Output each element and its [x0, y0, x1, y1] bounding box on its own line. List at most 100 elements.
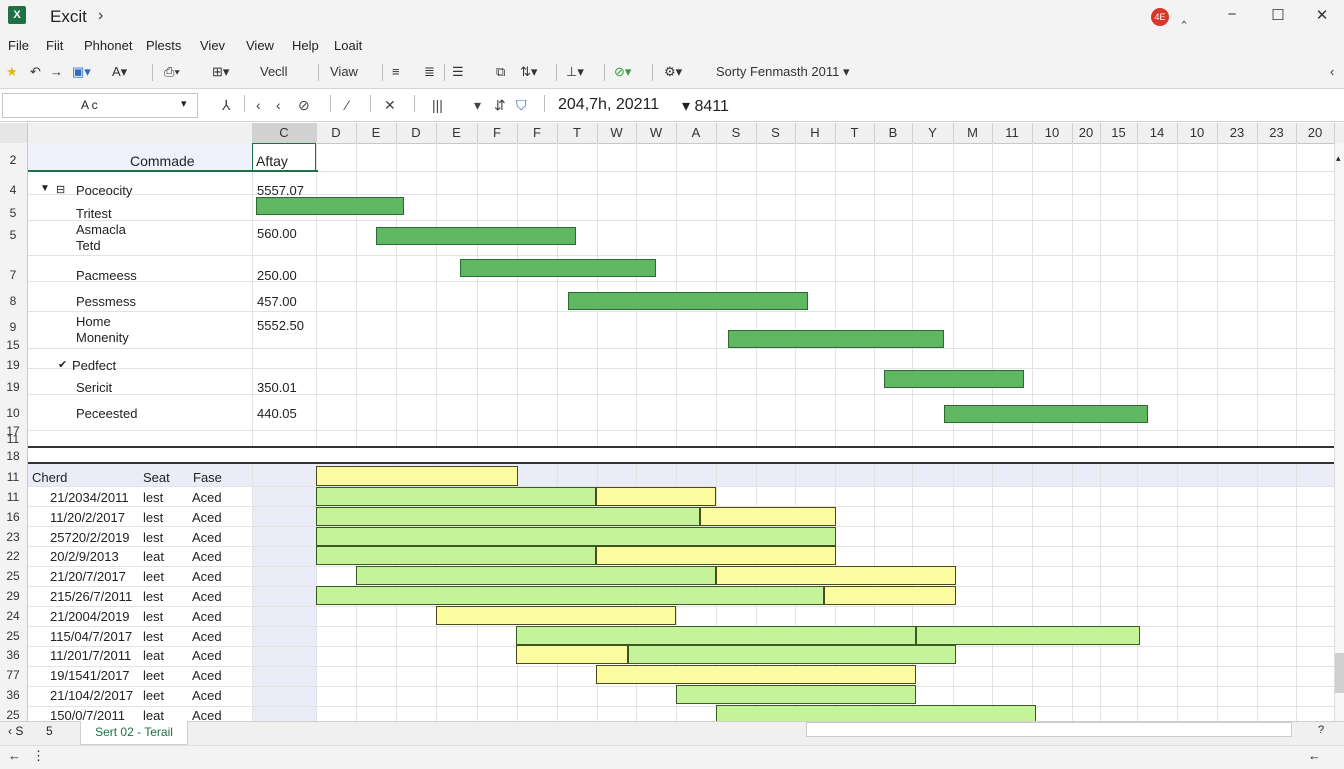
font-dropdown[interactable]: Vecll [260, 64, 287, 79]
menu-file[interactable]: File [8, 38, 29, 53]
gantt-bar[interactable] [316, 487, 596, 506]
align-center-icon[interactable]: ≣ [424, 64, 435, 80]
gantt-bar[interactable] [316, 466, 518, 486]
title-chevron-icon[interactable]: › [98, 7, 103, 25]
sheet-tab-active[interactable]: Sert 02 - Terail [80, 721, 188, 745]
view-button[interactable]: Viaw [330, 64, 358, 79]
gantt-bar[interactable] [516, 625, 916, 645]
menu-phhonet[interactable]: Phhonet [84, 38, 132, 53]
link-icon[interactable]: ⊘ [298, 97, 310, 114]
sort-dropdown[interactable]: Sorty Fenmasth 2011 ▾ [716, 64, 849, 80]
column-header[interactable]: 20 [1072, 123, 1101, 143]
filter-icon[interactable]: ⛉ [516, 97, 527, 114]
column-header[interactable]: M [953, 123, 993, 143]
gantt-bar[interactable] [596, 546, 836, 566]
pen-icon[interactable]: ⁄ [346, 97, 348, 113]
column-header[interactable]: 15 [1100, 123, 1138, 143]
column-header[interactable]: T [835, 123, 875, 143]
menu-view[interactable]: View [246, 38, 274, 53]
ribbon-collapse-icon[interactable]: ‹ [1330, 64, 1334, 79]
ribbon-toggle-icon[interactable]: ‸ [1172, 6, 1196, 24]
name-box[interactable]: A c ▾ [2, 93, 198, 118]
gantt-bar[interactable] [460, 259, 656, 277]
link-icon[interactable]: ⊘▾ [614, 64, 631, 80]
column-header[interactable]: 10 [1177, 123, 1218, 143]
cancel-icon[interactable]: ✕ [384, 97, 396, 114]
maximize-button[interactable]: ☐ [1266, 6, 1290, 24]
gantt-bar[interactable] [316, 506, 700, 526]
gantt-bar[interactable] [944, 405, 1148, 423]
settings-icon[interactable]: ⚙▾ [664, 64, 682, 80]
menu-viev[interactable]: Viev [200, 38, 225, 53]
expand-check-icon[interactable]: ✔ [58, 358, 67, 371]
column-header[interactable]: E [436, 123, 478, 143]
back-arrow-icon[interactable]: ← [8, 748, 21, 763]
column-header[interactable]: 23 [1217, 123, 1258, 143]
merge-icon[interactable]: ⇅▾ [520, 64, 537, 80]
columns-icon[interactable]: ||| [432, 97, 443, 113]
gantt-bar[interactable] [824, 586, 956, 605]
column-header[interactable]: D [396, 123, 437, 143]
gantt-bar[interactable] [376, 227, 576, 245]
chevron-left-icon[interactable]: ‹ [256, 97, 261, 113]
gantt-bar[interactable] [568, 292, 808, 310]
scroll-thumb[interactable] [1335, 653, 1344, 693]
column-header[interactable]: W [597, 123, 637, 143]
gantt-bar[interactable] [356, 566, 716, 586]
column-header[interactable]: E [356, 123, 397, 143]
menu-plests[interactable]: Plests [146, 38, 181, 53]
formula-input[interactable]: 204,7h, 20211 [558, 96, 659, 114]
function-icon[interactable]: ⅄ [222, 97, 231, 114]
collapse-icon[interactable]: ▼ [40, 183, 50, 194]
chevron-left-icon[interactable]: ‹ [276, 97, 281, 113]
column-header[interactable]: 23 [1257, 123, 1297, 143]
column-header[interactable]: B [874, 123, 913, 143]
gantt-bar[interactable] [596, 665, 916, 685]
gantt-bar[interactable] [716, 566, 956, 586]
scroll-up-icon[interactable]: ▴ [1336, 153, 1341, 164]
column-header[interactable]: W [636, 123, 677, 143]
column-header[interactable]: S [756, 123, 796, 143]
insert-icon[interactable]: ⊥▾ [566, 64, 584, 80]
chevron-down-icon[interactable]: ▾ [474, 97, 481, 114]
gantt-bar[interactable] [436, 605, 676, 625]
gantt-bar[interactable] [676, 685, 916, 704]
undo-icon[interactable]: ↶ [30, 64, 41, 80]
column-header[interactable]: 14 [1137, 123, 1178, 143]
column-header[interactable]: S [716, 123, 757, 143]
gantt-bar[interactable] [700, 506, 836, 526]
close-button[interactable]: ✕ [1310, 6, 1334, 24]
gantt-bar[interactable] [728, 330, 944, 348]
gantt-bar[interactable] [916, 625, 1140, 645]
format-painter-icon[interactable]: ⎙▾ [164, 64, 180, 80]
gantt-bar[interactable] [628, 645, 956, 665]
sheet-nav-prev[interactable]: ‹ S [8, 724, 23, 738]
gantt-bar[interactable] [316, 586, 824, 605]
column-header[interactable]: C [252, 123, 317, 143]
column-header[interactable]: T [557, 123, 598, 143]
back-arrow-icon[interactable]: ← [1308, 748, 1321, 763]
wrap-text-icon[interactable]: ⧉ [496, 64, 505, 80]
column-header[interactable]: 10 [1032, 123, 1073, 143]
menu-fiit[interactable]: Fiit [46, 38, 63, 53]
redo-icon[interactable]: → [50, 64, 63, 79]
gantt-bar[interactable] [316, 546, 596, 566]
gantt-bar[interactable] [256, 197, 404, 215]
more-options-icon[interactable]: ⋮ [32, 748, 45, 764]
gantt-bar[interactable] [516, 645, 628, 665]
column-header[interactable]: 11 [992, 123, 1033, 143]
column-header[interactable]: F [517, 123, 558, 143]
help-icon[interactable]: ? [1318, 724, 1324, 736]
borders-icon[interactable]: ⊞▾ [212, 64, 229, 80]
column-header[interactable]: Y [912, 123, 954, 143]
column-header[interactable]: H [795, 123, 836, 143]
gantt-bar[interactable] [596, 487, 716, 506]
group-box-icon[interactable]: ⊟ [56, 183, 65, 196]
horizontal-scrollbar[interactable] [806, 722, 1292, 737]
font-size-icon[interactable]: A▾ [112, 64, 127, 80]
gantt-bar[interactable] [316, 526, 836, 546]
star-icon[interactable]: ★ [6, 64, 18, 80]
column-header[interactable]: D [316, 123, 357, 143]
menu-help[interactable]: Help [292, 38, 319, 53]
column-header[interactable]: A [676, 123, 717, 143]
